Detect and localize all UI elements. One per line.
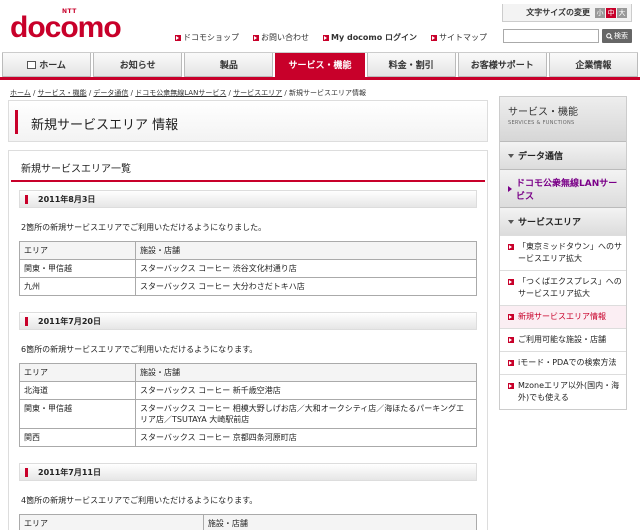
header-area: エリア (19, 514, 204, 530)
table-row: 関西 スターバックス コーヒー 京都四条河原町店 (19, 428, 477, 447)
cell-area: 関東・甲信越 (19, 399, 136, 429)
table-header-row: エリア 施設・店舗 (19, 363, 477, 382)
arrow-icon (508, 383, 514, 389)
search-button[interactable]: 検索 (602, 29, 632, 43)
arrow-icon (253, 34, 259, 41)
sidebar-section-wifi[interactable]: ドコモ公衆無線LANサービス (500, 169, 626, 207)
search-icon (606, 32, 613, 40)
logo-wordmark: docomo (10, 11, 122, 44)
sidebar-subtitle: SERVICES & FUNCTIONS (508, 120, 575, 126)
cell-area: 九州 (19, 277, 136, 296)
cell-facility: スターバックス コーヒー 相模大野しげお店／大和オークシティ店／海ほたるパーキン… (135, 399, 477, 429)
table-header-row: エリア 施設・店舗 (19, 241, 477, 260)
cell-facility: スターバックス コーヒー 渋谷文化村通り店 (135, 259, 477, 278)
page-title: 新規サービスエリア 情報 (31, 118, 179, 133)
nav-tab-pricing[interactable]: 料金・割引 (366, 53, 456, 77)
sidebar-item-midtown[interactable]: 「東京ミッドタウン」へのサービスエリア拡大 (500, 235, 626, 270)
home-icon (27, 60, 37, 69)
cell-area: 関東・甲信越 (19, 259, 136, 278)
arrow-icon (431, 34, 438, 41)
cell-facility: スターバックス コーヒー 新千歳空港店 (135, 381, 477, 400)
header: NTT docomo 文字サイズの変更 小 中 大 ドコモショップ お問い合わせ… (0, 0, 640, 50)
arrow-icon (508, 279, 514, 285)
table-row: 北海道 スターバックス コーヒー 新千歳空港店 (19, 381, 477, 400)
header-area: エリア (19, 241, 136, 260)
sidebar-item-tsukuba[interactable]: 「つくばエクスプレス」へのサービスエリア拡大 (500, 270, 626, 305)
sidebar-section-service-area[interactable]: サービスエリア (500, 207, 626, 235)
font-size-label: 文字サイズの変更 (526, 8, 590, 17)
arrow-icon (508, 337, 514, 343)
sidebar-item-imode-search[interactable]: iモード・PDAでの検索方法 (500, 351, 626, 374)
cell-area: 北海道 (19, 381, 136, 400)
area-table: エリア 施設・店舗 関東・甲信越 スターバックス コーヒー 渋谷文化村通り店 九州ス… (19, 241, 477, 296)
area-table: エリア 施設・店舗 北海道 スターバックス コーヒー 新千歳空港店 関東・甲信越 スタ… (19, 363, 477, 447)
arrow-icon (508, 244, 514, 250)
header-facility: 施設・店舗 (202, 514, 478, 530)
header-area: エリア (19, 363, 136, 382)
font-size-control: 文字サイズの変更 小 中 大 (502, 4, 632, 22)
area-list: 新規サービスエリア一覧 2011年8月3日 2箇所の新規サービスエリアでご利用い… (8, 150, 488, 530)
arrow-icon (508, 314, 514, 320)
sidebar-section-data-comm[interactable]: データ通信 (500, 141, 626, 169)
entry-date: 2011年7月20日 (19, 312, 477, 330)
utility-links: ドコモショップ お問い合わせ My docomo ログイン サイトマップ (175, 32, 487, 43)
sidebar-title: サービス・機能 (508, 107, 578, 118)
table-row: 関東・甲信越 スターバックス コーヒー 渋谷文化村通り店 (19, 259, 477, 278)
header-facility: 施設・店舗 (135, 363, 477, 382)
cell-facility: スターバックス コーヒー 京都四条河原町店 (135, 428, 477, 447)
arrow-icon (175, 34, 181, 41)
triangle-down-icon (508, 153, 514, 158)
list-title: 新規サービスエリア一覧 (11, 151, 485, 182)
sidebar-item-mzone[interactable]: Mzoneエリア以外(国内・海外)でも使える (500, 374, 626, 409)
font-size-small-button[interactable]: 小 (595, 7, 605, 18)
nav-tab-home[interactable]: ホーム (2, 53, 92, 77)
sidebar-item-new-areas[interactable]: 新規サービスエリア情報 (500, 305, 626, 328)
breadcrumb-data-comm[interactable]: データ通信 (93, 89, 128, 97)
entry-date: 2011年7月11日 (19, 463, 477, 481)
font-size-large-button[interactable]: 大 (617, 7, 627, 18)
main-content: 新規サービスエリア 情報 新規サービスエリア一覧 2011年8月3日 2箇所の新… (8, 100, 488, 530)
table-row: 九州 スターバックス コーヒー 大分わさだトキハ店 (19, 277, 477, 296)
breadcrumb-services[interactable]: サービス・機能 (38, 89, 87, 97)
sidebar-header: サービス・機能 SERVICES & FUNCTIONS (500, 97, 626, 141)
docomo-shop-link[interactable]: ドコモショップ (175, 32, 239, 43)
cell-facility: スターバックス コーヒー 大分わさだトキハ店 (135, 277, 477, 296)
arrow-icon (508, 360, 514, 366)
nav-tab-corporate[interactable]: 企業情報 (548, 53, 638, 77)
table-row: 関東・甲信越 スターバックス コーヒー 相模大野しげお店／大和オークシティ店／海ほ… (19, 399, 477, 429)
arrow-icon (323, 34, 329, 41)
sidebar-item-facilities[interactable]: ご利用可能な施設・店舗 (500, 328, 626, 351)
entry-lead: 4箇所の新規サービスエリアでご利用いただけるようになります。 (21, 496, 258, 505)
my-docomo-login-link[interactable]: My docomo ログイン (323, 32, 417, 43)
docomo-logo[interactable]: NTT docomo (10, 7, 122, 47)
header-facility: 施設・店舗 (135, 241, 477, 260)
global-nav: ホーム お知らせ 製品 サービス・機能 料金・割引 お客様サポート 企業情報 (2, 52, 638, 77)
page-title-box: 新規サービスエリア 情報 (8, 100, 488, 142)
nav-tab-support[interactable]: お客様サポート (457, 53, 547, 77)
breadcrumb-service-area[interactable]: サービスエリア (233, 89, 282, 97)
breadcrumb-home[interactable]: ホーム (10, 89, 31, 97)
nav-tab-products[interactable]: 製品 (184, 53, 274, 77)
nav-tab-services[interactable]: サービス・機能 (275, 53, 365, 77)
sidebar: サービス・機能 SERVICES & FUNCTIONS データ通信 ドコモ公衆… (499, 96, 627, 410)
nav-divider (0, 77, 640, 80)
entry-lead: 2箇所の新規サービスエリアでご利用いただけるようになりました。 (21, 223, 267, 232)
area-table: エリア 施設・店舗 (19, 514, 478, 530)
breadcrumb-wifi[interactable]: ドコモ公衆無線LANサービス (135, 89, 226, 97)
breadcrumb-current: 新規サービスエリア情報 (288, 89, 366, 97)
triangle-right-icon (508, 185, 512, 192)
entry-date: 2011年8月3日 (19, 190, 477, 208)
contact-link[interactable]: お問い合わせ (253, 32, 309, 43)
site-search: 検索 (503, 29, 632, 43)
triangle-down-icon (508, 219, 514, 224)
cell-area: 関西 (19, 428, 136, 447)
search-input[interactable] (503, 29, 599, 43)
nav-tab-news[interactable]: お知らせ (93, 53, 183, 77)
entry-lead: 6箇所の新規サービスエリアでご利用いただけるようになります。 (21, 345, 258, 354)
sitemap-link[interactable]: サイトマップ (431, 32, 487, 43)
table-header-row: エリア 施設・店舗 (19, 514, 478, 530)
font-size-medium-button[interactable]: 中 (606, 7, 616, 18)
breadcrumb: ホーム / サービス・機能 / データ通信 / ドコモ公衆無線LANサービス /… (10, 89, 366, 97)
